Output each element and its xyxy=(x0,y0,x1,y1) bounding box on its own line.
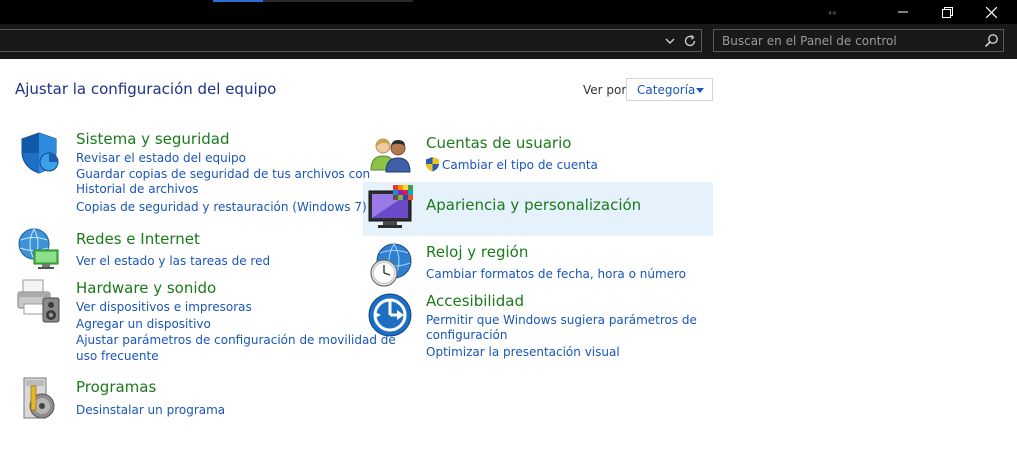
page-title: Ajustar la configuración del equipo xyxy=(15,80,277,98)
search-input[interactable]: Buscar en el Panel de control xyxy=(713,29,1004,52)
dropdown-caret-icon xyxy=(696,88,704,93)
category-heading-clock-region[interactable]: Reloj y región xyxy=(426,243,528,261)
close-icon xyxy=(985,6,997,18)
address-bar[interactable] xyxy=(0,29,702,52)
minimize-icon xyxy=(898,11,908,13)
printer-speaker-icon xyxy=(17,279,60,323)
link-optimize-display[interactable]: Optimizar la presentación visual xyxy=(426,344,620,360)
uac-shield-icon xyxy=(426,157,439,172)
category-heading-appearance[interactable]: Apariencia y personalización xyxy=(426,196,641,214)
view-by-value: Categoría xyxy=(637,83,696,97)
programs-disc-icon xyxy=(23,377,55,419)
category-heading-system-security[interactable]: Sistema y seguridad xyxy=(76,130,229,148)
accessibility-icon xyxy=(368,293,412,337)
view-by-dropdown[interactable]: Categoría xyxy=(626,78,713,101)
title-accent xyxy=(213,0,263,2)
link-review-status[interactable]: Revisar el estado del equipo xyxy=(76,150,246,166)
monitor-palette-icon xyxy=(368,185,413,228)
category-heading-network[interactable]: Redes e Internet xyxy=(76,230,200,248)
users-icon xyxy=(370,138,411,173)
link-backup-history[interactable]: Guardar copias de seguridad de tus archi… xyxy=(76,166,370,182)
search-icon[interactable] xyxy=(984,33,999,48)
category-heading-hardware[interactable]: Hardware y sonido xyxy=(76,279,216,297)
network-globe-icon xyxy=(18,228,59,269)
link-change-date-formats[interactable]: Cambiar formatos de fecha, hora o número xyxy=(426,266,686,282)
title-accent-secondary xyxy=(263,0,413,2)
link-mobility-settings[interactable]: Ajustar parámetros de configuración de m… xyxy=(76,332,396,348)
category-heading-programs[interactable]: Programas xyxy=(76,378,156,396)
restore-button[interactable] xyxy=(924,0,970,24)
view-by-label: Ver por: xyxy=(583,83,631,97)
link-network-status[interactable]: Ver el estado y las tareas de red xyxy=(76,253,270,269)
restore-icon xyxy=(941,6,953,18)
link-windows-suggest-settings[interactable]: Permitir que Windows sugiera parámetros … xyxy=(426,312,697,328)
category-heading-accessibility[interactable]: Accesibilidad xyxy=(426,292,524,310)
chevron-down-icon[interactable] xyxy=(663,34,677,48)
category-heading-user-accounts[interactable]: Cuentas de usuario xyxy=(426,134,571,152)
link-mobility-settings-cont[interactable]: uso frecuente xyxy=(76,348,159,364)
close-button[interactable] xyxy=(968,0,1014,24)
refresh-icon[interactable] xyxy=(682,33,698,49)
link-uninstall-program[interactable]: Desinstalar un programa xyxy=(76,402,225,418)
link-backup-history-cont[interactable]: Historial de archivos xyxy=(76,181,199,197)
navigation-bar: Buscar en el Panel de control xyxy=(0,24,1017,59)
title-bar: ↔ xyxy=(0,0,1017,24)
shield-icon xyxy=(21,132,59,174)
minimize-button[interactable] xyxy=(880,0,926,24)
link-change-account-type[interactable]: Cambiar el tipo de cuenta xyxy=(442,157,598,173)
link-devices-printers[interactable]: Ver dispositivos e impresoras xyxy=(76,299,252,315)
clock-globe-icon xyxy=(370,243,412,287)
link-backup-restore[interactable]: Copias de seguridad y restauración (Wind… xyxy=(76,199,367,215)
link-windows-suggest-settings-cont[interactable]: configuración xyxy=(426,327,508,343)
search-placeholder: Buscar en el Panel de control xyxy=(722,34,897,48)
resize-arrows-icon: ↔ xyxy=(828,8,837,19)
link-add-device[interactable]: Agregar un dispositivo xyxy=(76,316,211,332)
